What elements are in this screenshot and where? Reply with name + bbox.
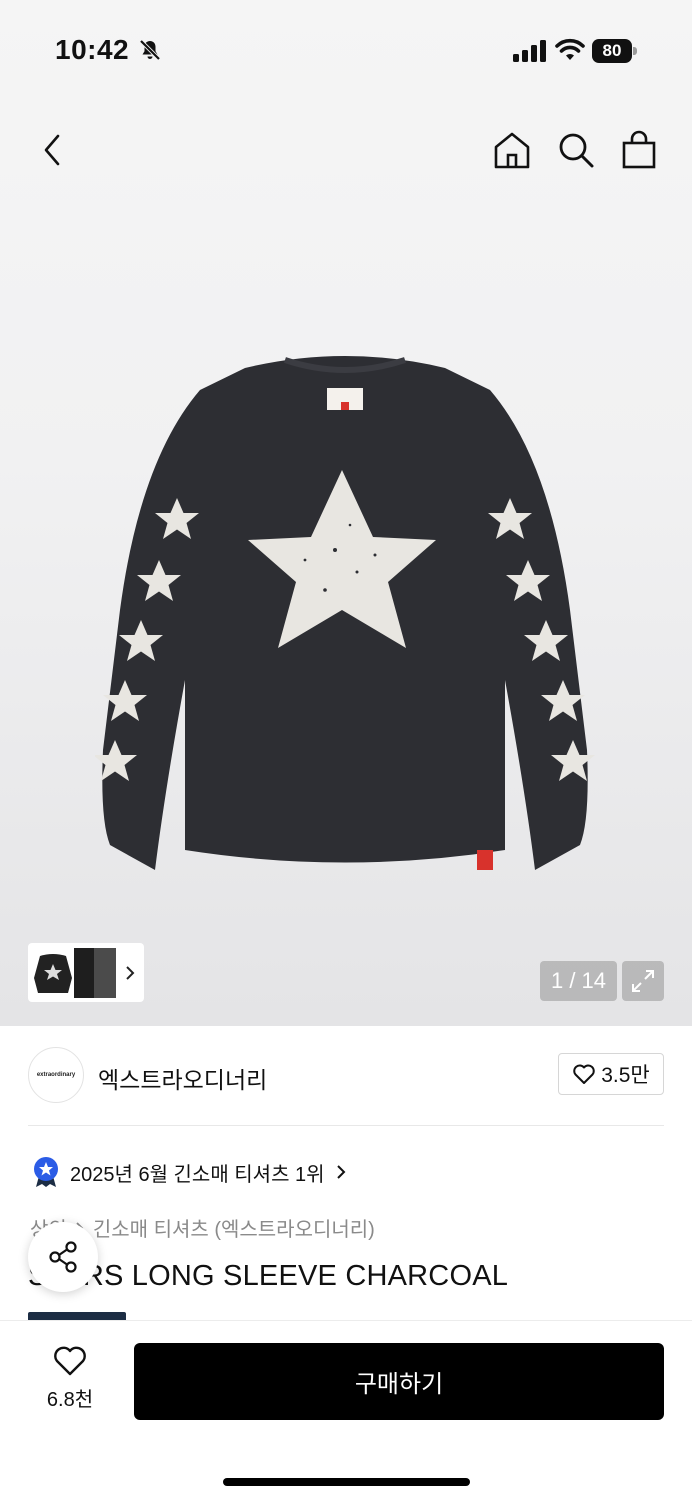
- brand-like-button[interactable]: 3.5만: [558, 1053, 664, 1095]
- bottom-action-bar: 6.8천 구매하기: [0, 1320, 692, 1500]
- divider: [28, 1125, 664, 1126]
- ranking-text: 2025년 6월 긴소매 티셔츠 1위: [70, 1163, 325, 1186]
- status-bar: 10:42 80: [0, 0, 692, 100]
- share-icon: [49, 1241, 77, 1273]
- chevron-right-icon: [126, 966, 135, 980]
- buy-button[interactable]: 구매하기: [134, 1343, 664, 1420]
- shopping-bag-icon: [622, 130, 656, 169]
- status-time: 10:42: [55, 34, 130, 65]
- battery-icon: 80: [592, 39, 638, 63]
- brand-name[interactable]: 엑스트라오디너리: [98, 1061, 267, 1095]
- product-title: STARS LONG SLEEVE CHARCOAL: [28, 1260, 509, 1292]
- search-button[interactable]: [554, 128, 598, 172]
- brand-logo[interactable]: extraordinary: [28, 1047, 84, 1103]
- wifi-icon: [555, 38, 585, 60]
- expand-icon: [632, 970, 654, 992]
- back-button[interactable]: [32, 130, 72, 170]
- home-button[interactable]: [490, 128, 534, 172]
- image-counter: 1 / 14: [540, 961, 617, 1001]
- thumbnail-images[interactable]: [32, 948, 116, 998]
- home-indicator: [223, 1478, 470, 1486]
- breadcrumb-subcategory[interactable]: 긴소매 티셔츠 (엑스트라오디너리): [93, 1213, 375, 1242]
- brand-row: extraordinary 엑스트라오디너리 3.5만: [28, 1047, 664, 1103]
- expand-button[interactable]: [622, 961, 664, 1001]
- bell-slash-icon: [139, 39, 161, 61]
- ranking-link[interactable]: 2025년 6월 긴소매 티셔츠 1위: [32, 1155, 347, 1189]
- heart-icon: [573, 1064, 595, 1084]
- share-button[interactable]: [28, 1222, 98, 1292]
- brand-logo-text: extraordinary: [36, 1072, 76, 1078]
- heart-icon: [54, 1346, 86, 1376]
- product-image[interactable]: [95, 350, 595, 880]
- home-icon: [494, 132, 530, 169]
- battery-level: 80: [592, 39, 632, 63]
- brand-like-count: 3.5만: [601, 1064, 650, 1087]
- back-arrow-icon: [44, 134, 60, 166]
- wishlist-count: 6.8천: [46, 1389, 94, 1411]
- cart-button[interactable]: [617, 128, 661, 172]
- search-icon: [559, 133, 594, 168]
- signal-icon: [513, 40, 546, 62]
- chevron-right-icon: [336, 1165, 345, 1179]
- wishlist-button[interactable]: 6.8천: [30, 1345, 110, 1415]
- ranking-badge-icon: [34, 1157, 58, 1187]
- thumbnail-strip[interactable]: [28, 943, 144, 1002]
